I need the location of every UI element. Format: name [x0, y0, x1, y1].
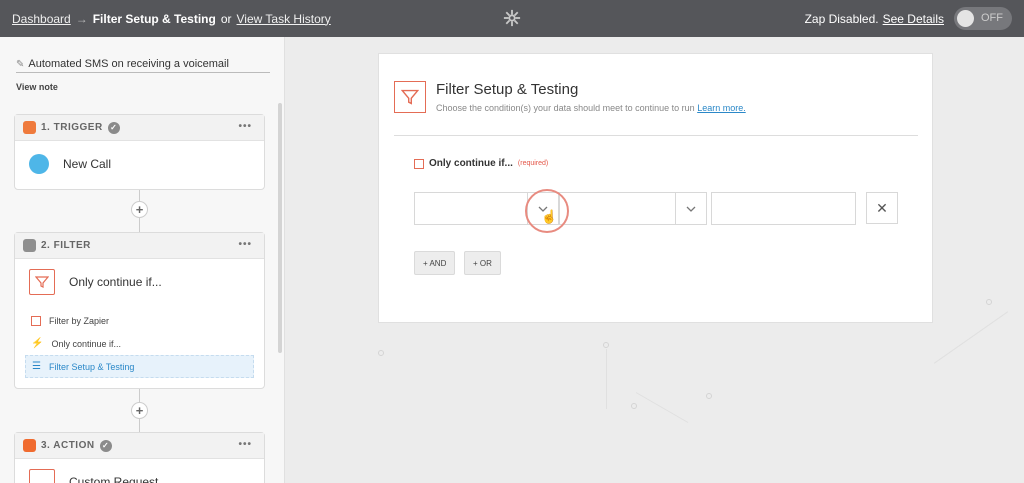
- panel-title: Filter Setup & Testing: [436, 81, 579, 98]
- action-step-card[interactable]: 3. ACTION ✓ ••• Custom Request: [14, 432, 265, 483]
- step-event: New Call: [63, 157, 112, 171]
- filter-app-icon: [23, 239, 36, 252]
- step-event: Custom Request: [69, 475, 159, 483]
- condition-label: Only continue if... (required): [414, 158, 548, 169]
- field-select[interactable]: [414, 192, 528, 225]
- phone-app-icon: [29, 154, 49, 174]
- chevron-down-icon: [686, 206, 696, 212]
- or-text: or: [220, 11, 232, 26]
- pencil-icon: ✎: [16, 58, 25, 70]
- main-area: Filter Setup & Testing Choose the condit…: [286, 37, 1024, 483]
- toggle-knob: [957, 10, 974, 27]
- trigger-step-card[interactable]: 1. TRIGGER ✓ ••• New Call: [14, 114, 265, 190]
- step-title: 3. ACTION: [41, 440, 95, 451]
- task-history-link[interactable]: View Task History: [237, 12, 331, 26]
- background-line: [635, 392, 689, 423]
- zap-toggle[interactable]: OFF: [954, 7, 1012, 30]
- subitem-label: Only continue if...: [51, 338, 121, 349]
- zap-status-text: Zap Disabled.: [804, 11, 879, 26]
- required-tag: (required): [517, 160, 549, 167]
- check-icon: ✓: [99, 439, 112, 452]
- funnel-icon: [29, 269, 55, 295]
- hand-cursor-icon: ☝: [541, 209, 558, 224]
- learn-more-link[interactable]: Learn more.: [697, 103, 746, 113]
- subitem-label: Filter Setup & Testing: [48, 361, 135, 372]
- zap-name: Automated SMS on receiving a voicemail: [28, 58, 229, 70]
- subitem-label: Filter by Zapier: [49, 315, 110, 326]
- sidebar: ✎ Automated SMS on receiving a voicemail…: [0, 37, 285, 483]
- background-dot: [706, 393, 712, 399]
- background-dot: [631, 403, 637, 409]
- see-details-link[interactable]: See Details: [883, 12, 944, 26]
- background-dot: [378, 350, 384, 356]
- add-step-button[interactable]: +: [131, 201, 148, 218]
- step-header: 2. FILTER •••: [15, 233, 264, 259]
- more-icon[interactable]: •••: [238, 239, 252, 250]
- step-header: 1. TRIGGER ✓ •••: [15, 115, 264, 141]
- background-line: [606, 349, 607, 409]
- condition-dropdown-button[interactable]: [675, 192, 707, 225]
- gear-icon[interactable]: [503, 9, 521, 27]
- funnel-icon: [394, 81, 426, 113]
- arrow-icon: →: [75, 11, 88, 26]
- subtitle-text: Choose the condition(s) your data should…: [436, 103, 695, 113]
- top-bar: Dashboard → Filter Setup & Testing or Vi…: [0, 0, 1024, 37]
- action-app-icon: [23, 439, 36, 452]
- condition-label-text: Only continue if...: [429, 158, 513, 169]
- check-icon: ✓: [107, 121, 120, 134]
- funnel-icon: [414, 158, 424, 169]
- background-dot: [986, 299, 992, 305]
- step-title: 2. FILTER: [41, 240, 91, 251]
- step-body: New Call: [15, 141, 264, 184]
- add-and-button[interactable]: + AND: [414, 251, 456, 275]
- add-step-button[interactable]: +: [131, 402, 148, 419]
- step-event: Only continue if...: [69, 275, 162, 289]
- view-note-link[interactable]: View note: [16, 82, 58, 92]
- value-input[interactable]: [711, 192, 856, 225]
- filter-step-card[interactable]: 2. FILTER ••• Only continue if... Filter…: [14, 232, 265, 389]
- step-body: Custom Request: [15, 459, 264, 483]
- background-dot: [603, 342, 609, 348]
- panel-subtitle: Choose the condition(s) your data should…: [436, 103, 746, 113]
- toggle-label: OFF: [981, 12, 1003, 24]
- zap-name-field[interactable]: ✎ Automated SMS on receiving a voicemail: [16, 58, 270, 73]
- breadcrumb: Dashboard → Filter Setup & Testing or Vi…: [12, 12, 331, 26]
- add-or-button[interactable]: + OR: [464, 251, 501, 275]
- step-title: 1. TRIGGER: [41, 122, 103, 133]
- background-line: [933, 311, 1009, 364]
- divider: [394, 135, 918, 136]
- subitem-setup[interactable]: ☰ Filter Setup & Testing: [25, 355, 254, 378]
- zap-status: Zap Disabled. See Details OFF: [805, 7, 1012, 30]
- funnel-icon: [31, 315, 41, 326]
- more-icon[interactable]: •••: [238, 121, 252, 132]
- step-body: Only continue if...: [15, 259, 264, 305]
- current-page-title: Filter Setup & Testing: [92, 11, 216, 26]
- sidebar-scrollbar[interactable]: [278, 103, 282, 353]
- subitem-action[interactable]: ⚡ Only continue if...: [25, 332, 254, 355]
- bolt-icon: ⚡: [31, 338, 44, 349]
- filter-setup-panel: Filter Setup & Testing Choose the condit…: [378, 53, 933, 323]
- list-icon: ☰: [32, 361, 41, 372]
- step-subitems: Filter by Zapier ⚡ Only continue if... ☰…: [15, 305, 264, 386]
- dashboard-link[interactable]: Dashboard: [12, 12, 71, 26]
- condition-select[interactable]: [559, 192, 676, 225]
- step-header: 3. ACTION ✓ •••: [15, 433, 264, 459]
- trigger-app-icon: [23, 121, 36, 134]
- more-icon[interactable]: •••: [238, 439, 252, 450]
- remove-condition-button[interactable]: ✕: [866, 192, 898, 224]
- webhook-icon: [29, 469, 55, 483]
- subitem-app[interactable]: Filter by Zapier: [25, 309, 254, 332]
